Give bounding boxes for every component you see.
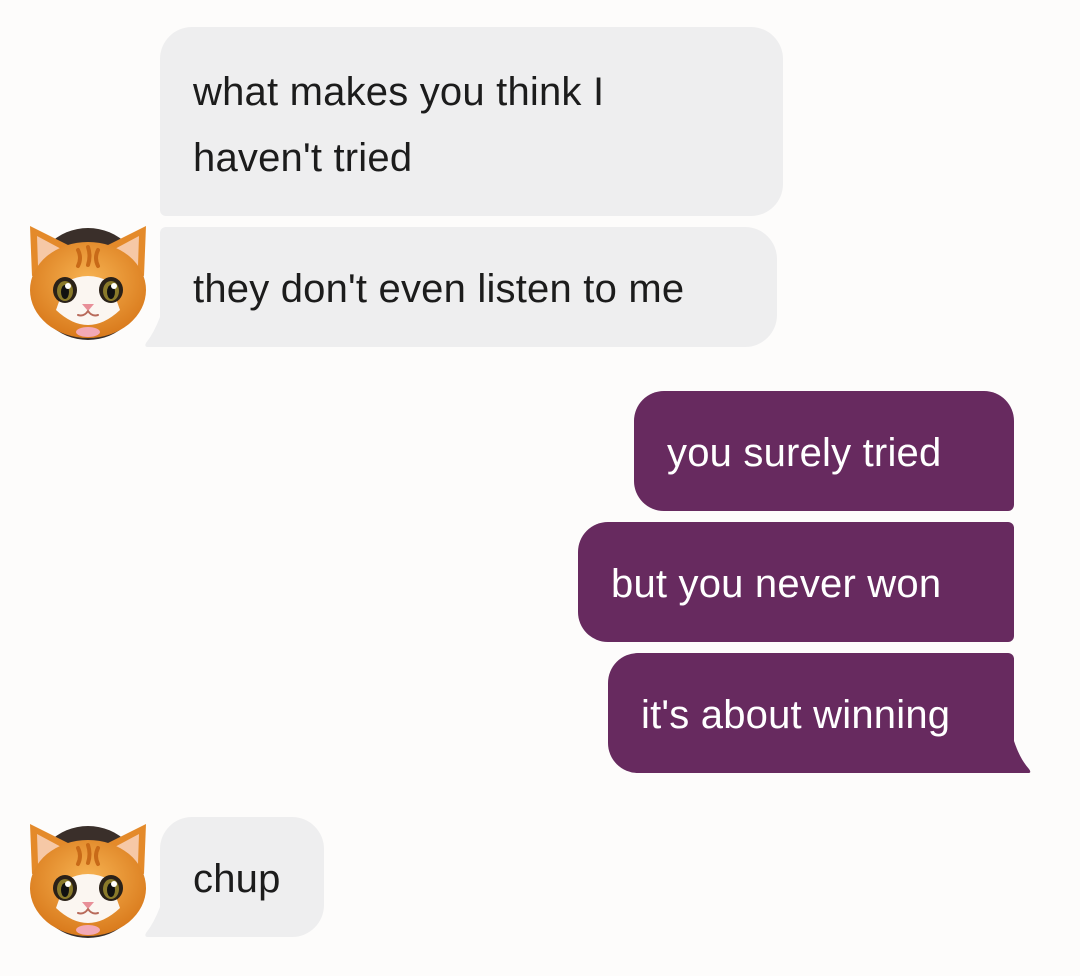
contact-avatar-icon[interactable] (22, 812, 154, 944)
message-text: it's about winning (641, 693, 951, 737)
message-bubble-incoming[interactable]: they don't even listen to me (160, 227, 777, 347)
bubble-tail (1014, 741, 1031, 773)
message-text: they don't even listen to me (193, 267, 685, 311)
message-text: chup (193, 857, 281, 901)
message-bubble-incoming[interactable]: chup (160, 817, 324, 937)
message-bubble-incoming[interactable]: what makes you think I haven't tried (160, 27, 783, 216)
message-bubble-outgoing[interactable]: you surely tried (634, 391, 1014, 511)
contact-avatar-icon[interactable] (22, 214, 154, 346)
message-bubble-outgoing[interactable]: but you never won (578, 522, 1014, 642)
message-text: you surely tried (667, 431, 942, 475)
message-bubble-outgoing[interactable]: it's about winning (608, 653, 1014, 773)
message-text: but you never won (611, 562, 942, 606)
message-text: haven't tried (193, 136, 413, 180)
message-text: what makes you think I (193, 70, 605, 114)
